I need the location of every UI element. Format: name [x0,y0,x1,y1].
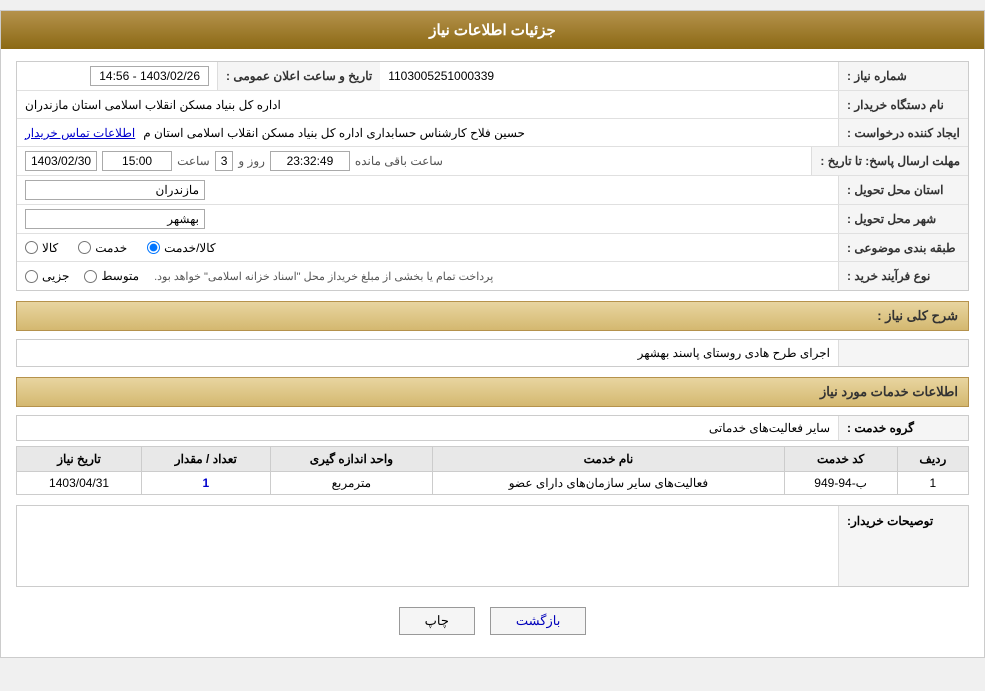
need-description-value: اجرای طرح هادی روستای پاسند بهشهر [638,346,830,360]
row-delivery-province: استان محل تحویل : مازندران [17,176,968,205]
buyer-description-box: توصیحات خریدار: [16,505,969,587]
purchase-minor-radio[interactable] [25,270,38,283]
row-delivery-city: شهر محل تحویل : بهشهر [17,205,968,234]
print-button[interactable]: چاپ [399,607,475,635]
days-value: 3 [215,151,234,171]
delivery-city-value: بهشهر [25,209,205,229]
deadline-date-value: 1403/02/30 [25,151,97,171]
table-row: 1ب-94-949فعالیت‌های سایر سازمان‌های دارا… [17,472,969,495]
table-cell: ب-94-949 [784,472,897,495]
th-quantity: تعداد / مقدار [142,447,270,472]
category-khedmat-label: خدمت [95,241,127,255]
th-row-num: ردیف [897,447,968,472]
row-buyer-org: نام دستگاه خریدار : اداره کل بنیاد مسکن … [17,91,968,119]
services-table: ردیف کد خدمت نام خدمت واحد اندازه گیری ت… [16,446,969,495]
table-cell: 1 [142,472,270,495]
row-deadline: مهلت ارسال پاسخ: تا تاریخ : ساعت باقی ما… [17,147,968,176]
need-description-box: اجرای طرح هادی روستای پاسند بهشهر [16,339,969,367]
purchase-medium-radio[interactable] [84,270,97,283]
delivery-province-label: استان محل تحویل : [838,176,968,204]
services-table-body: 1ب-94-949فعالیت‌های سایر سازمان‌های دارا… [17,472,969,495]
category-option-kala: کالا [25,241,58,255]
buyer-org-value: اداره کل بنیاد مسکن انقلاب اسلامی استان … [25,98,281,112]
need-number-value: 1103005251000339 [388,69,494,83]
need-description-section-header: شرح کلی نیاز : [16,301,969,331]
service-group-row: گروه خدمت : سایر فعالیت‌های خدماتی [16,415,969,441]
category-khedmat-radio[interactable] [78,241,91,254]
purchase-note: پرداخت تمام یا بخشی از مبلغ خریداز محل "… [154,270,493,283]
purchase-label: نوع فرآیند خرید : [838,262,968,290]
buyer-desc-label: توصیحات خریدار: [838,506,968,586]
purchase-option-medium: متوسط [84,269,139,283]
buyer-desc-textarea[interactable] [17,506,838,586]
page-wrapper: جزئیات اطلاعات نیاز شماره نیاز : 1103005… [0,10,985,658]
table-cell: 1403/04/31 [17,472,142,495]
th-unit: واحد اندازه گیری [270,447,433,472]
services-table-header-row: ردیف کد خدمت نام خدمت واحد اندازه گیری ت… [17,447,969,472]
page-header: جزئیات اطلاعات نیاز [1,11,984,49]
row-need-number: شماره نیاز : 1103005251000339 تاریخ و سا… [17,62,968,91]
delivery-city-label: شهر محل تحویل : [838,205,968,233]
deadline-label: مهلت ارسال پاسخ: تا تاریخ : [811,147,968,175]
services-section-header: اطلاعات خدمات مورد نیاز [16,377,969,407]
category-radio-group: کالا/خدمت خدمت کالا [25,241,830,255]
category-option-kala-khedmat: کالا/خدمت [147,241,215,255]
need-description-content: اجرای طرح هادی روستای پاسند بهشهر [17,340,838,366]
th-service-name: نام خدمت [433,447,784,472]
footer-buttons: بازگشت چاپ [16,597,969,645]
main-info-section: شماره نیاز : 1103005251000339 تاریخ و سا… [16,61,969,291]
category-kala-khedmat-label: کالا/خدمت [164,241,215,255]
purchase-minor-label: جزیی [42,269,69,283]
need-description-label [838,340,968,366]
remaining-value: 23:32:49 [270,151,350,171]
row-creator: ایجاد کننده درخواست : حسین فلاح کارشناس … [17,119,968,147]
announce-value: 1403/02/26 - 14:56 [90,66,209,86]
page-title: جزئیات اطلاعات نیاز [429,22,556,39]
announce-label: تاریخ و ساعت اعلان عمومی : [217,62,380,90]
row-purchase-type: نوع فرآیند خرید : پرداخت تمام یا بخشی از… [17,262,968,290]
need-number-label: شماره نیاز : [838,62,968,90]
need-description-title: شرح کلی نیاز : [877,308,958,323]
service-group-label: گروه خدمت : [838,416,968,440]
table-cell: مترمربع [270,472,433,495]
content-area: شماره نیاز : 1103005251000339 تاریخ و سا… [1,49,984,657]
creator-link[interactable]: اطلاعات تماس خریدار [25,126,135,140]
purchase-medium-label: متوسط [101,269,139,283]
creator-label: ایجاد کننده درخواست : [838,119,968,146]
th-service-code: کد خدمت [784,447,897,472]
th-date: تاریخ نیاز [17,447,142,472]
service-group-value: سایر فعالیت‌های خدماتی [17,416,838,440]
services-title: اطلاعات خدمات مورد نیاز [820,384,958,399]
back-button[interactable]: بازگشت [490,607,586,635]
creator-value: حسین فلاح کارشناس حسابداری اداره کل بنیا… [143,126,525,140]
deadline-date-row: ساعت باقی مانده 23:32:49 روز و 3 ساعت 15… [25,151,803,171]
time-label: ساعت [177,154,210,168]
category-label: طبقه بندی موضوعی : [838,234,968,261]
category-option-khedmat: خدمت [78,241,127,255]
category-kala-radio[interactable] [25,241,38,254]
category-kala-label: کالا [42,241,58,255]
buyer-org-label: نام دستگاه خریدار : [838,91,968,118]
purchase-options-row: پرداخت تمام یا بخشی از مبلغ خریداز محل "… [25,269,830,283]
category-kala-khedmat-radio[interactable] [147,241,160,254]
table-cell: 1 [897,472,968,495]
services-table-head: ردیف کد خدمت نام خدمت واحد اندازه گیری ت… [17,447,969,472]
remaining-label: ساعت باقی مانده [355,154,443,168]
delivery-province-value: مازندران [25,180,205,200]
time-value: 15:00 [102,151,172,171]
table-cell: فعالیت‌های سایر سازمان‌های دارای عضو [433,472,784,495]
days-label: روز و [238,154,265,168]
row-category: طبقه بندی موضوعی : کالا/خدمت خدمت کالا [17,234,968,262]
purchase-option-minor: جزیی [25,269,69,283]
